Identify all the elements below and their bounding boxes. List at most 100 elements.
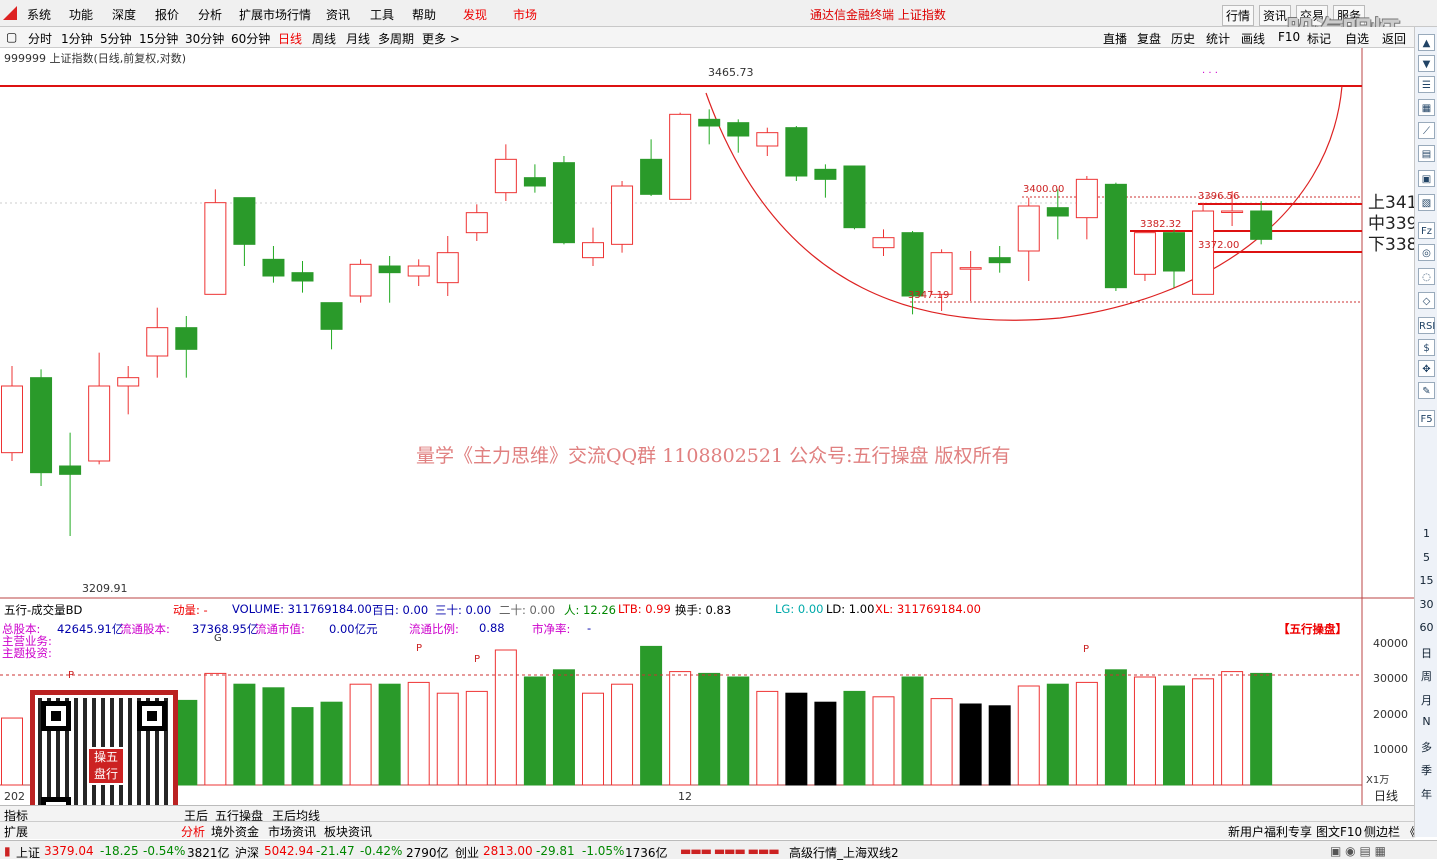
vol-indicator-name[interactable]: 五行-成交量BD	[4, 602, 82, 618]
tab-extend[interactable]: 扩展	[4, 823, 28, 840]
vol-ltb: LTB: 0.99	[618, 602, 671, 616]
period-60min[interactable]: 60分钟	[231, 30, 270, 47]
status-cy-name[interactable]: 创业	[455, 844, 479, 861]
tab-sidebar[interactable]: 侧边栏 《	[1364, 823, 1416, 840]
period-fenshi[interactable]: 分时	[28, 30, 52, 47]
tool-mark[interactable]: 标记	[1307, 30, 1331, 47]
sidebar-tool-23-icon[interactable]: 周	[1415, 668, 1437, 684]
tool-back[interactable]: 返回	[1382, 30, 1406, 47]
sidebar-tool-19-icon[interactable]: 15	[1415, 574, 1437, 587]
tab-analysis[interactable]: 分析	[181, 823, 205, 840]
sidebar-tool-11-icon[interactable]: ◇	[1418, 292, 1435, 309]
sidebar-tool-13-icon[interactable]: $	[1418, 339, 1435, 356]
sidebar-toggle-icon[interactable]: ▢	[6, 30, 17, 44]
sidebar-tool-27-icon[interactable]: 季	[1415, 762, 1437, 778]
dot-marker: · · ·	[1202, 68, 1218, 79]
annotation-3372: 3372.00	[1198, 240, 1239, 251]
btn-quote[interactable]: 行情	[1222, 5, 1255, 26]
period-multi[interactable]: 多周期	[378, 30, 414, 47]
tool-history[interactable]: 历史	[1171, 30, 1195, 47]
volume-bar-40	[1163, 685, 1185, 786]
sidebar-tool-6-icon[interactable]: ▣	[1418, 170, 1435, 187]
candle-43	[1250, 201, 1273, 245]
tool-f10[interactable]: F10	[1278, 30, 1300, 44]
sidebar-tool-10-icon[interactable]: ◌	[1418, 268, 1435, 285]
menu-depth[interactable]: 深度	[112, 6, 136, 23]
sidebar-tool-0-icon[interactable]: ▲	[1418, 34, 1435, 51]
menu-extended-market[interactable]: 扩展市场行情	[239, 6, 311, 23]
period-day[interactable]: 日线	[278, 30, 302, 47]
status-hs-name[interactable]: 沪深	[235, 844, 259, 861]
sidebar-tool-4-icon[interactable]: ⟋	[1418, 122, 1435, 139]
vol-ren: 人: 12.26	[564, 603, 616, 617]
sidebar-tool-22-icon[interactable]: 日	[1415, 645, 1437, 661]
volume-bar-27	[785, 692, 808, 786]
tool-live[interactable]: 直播	[1103, 30, 1127, 47]
period-5min[interactable]: 5分钟	[100, 30, 132, 47]
period-week[interactable]: 周线	[312, 30, 336, 47]
sidebar-tool-12-icon[interactable]: RSI	[1418, 317, 1435, 334]
tab-market-news[interactable]: 市场资讯	[268, 823, 316, 840]
period-30min[interactable]: 30分钟	[185, 30, 224, 47]
stock-info[interactable]: 999999 上证指数(日线,前复权,对数)	[4, 50, 186, 66]
period-15min[interactable]: 15分钟	[139, 30, 178, 47]
menu-discover[interactable]: 发现	[463, 6, 487, 23]
tab-overseas-funds[interactable]: 境外资金	[211, 823, 259, 840]
candle-12	[349, 259, 372, 303]
period-1min[interactable]: 1分钟	[61, 30, 93, 47]
menu-system[interactable]: 系统	[27, 6, 51, 23]
tool-stats[interactable]: 统计	[1206, 30, 1230, 47]
volume-bar-29	[843, 690, 866, 786]
sidebar-tool-28-icon[interactable]: 年	[1415, 786, 1437, 802]
sidebar-tool-5-icon[interactable]: ▤	[1418, 145, 1435, 162]
sidebar-tool-16-icon[interactable]: F5	[1418, 410, 1435, 427]
status-hs-value: 5042.94	[264, 844, 314, 858]
volume-bar-20	[582, 692, 604, 786]
tool-replay[interactable]: 复盘	[1137, 30, 1161, 47]
sidebar-tool-21-icon[interactable]: 60	[1415, 621, 1437, 634]
status-tray-icons[interactable]: ▣ ◉ ▤ ▦	[1330, 844, 1386, 858]
tab-sector-news[interactable]: 板块资讯	[324, 823, 372, 840]
level-lower: 下3382	[1368, 235, 1414, 255]
sidebar-tool-8-icon[interactable]: Fz	[1418, 222, 1435, 239]
status-extra[interactable]: 高级行情_上海双线2	[789, 844, 899, 861]
level-middle: 中3396	[1368, 214, 1414, 234]
menu-help[interactable]: 帮助	[412, 6, 436, 23]
sidebar-tool-14-icon[interactable]: ✥	[1418, 360, 1435, 377]
volume-bar-36	[1046, 683, 1069, 786]
sidebar-tool-20-icon[interactable]: 30	[1415, 598, 1437, 611]
fund-ltsz-value: 0.00亿元	[329, 622, 378, 636]
candle-8	[233, 197, 256, 266]
status-sh-name[interactable]: 上证	[16, 844, 40, 861]
tab-f10-graphic[interactable]: 图文F10	[1316, 823, 1362, 840]
period-more[interactable]: 更多 >	[422, 30, 460, 47]
tab-new-user-welfare[interactable]: 新用户福利专享	[1228, 823, 1312, 840]
sidebar-tool-15-icon[interactable]: ✎	[1418, 382, 1435, 399]
vol-momentum: 动量: -	[173, 603, 208, 617]
sidebar-tool-9-icon[interactable]: ◎	[1418, 244, 1435, 261]
sidebar-tool-24-icon[interactable]: 月	[1415, 692, 1437, 708]
menu-news[interactable]: 资讯	[326, 6, 350, 23]
period-month[interactable]: 月线	[346, 30, 370, 47]
sidebar-tool-17-icon[interactable]: 1	[1415, 527, 1437, 540]
high-price-label: 3465.73	[708, 66, 754, 79]
annotation-3347: 3347.19	[908, 290, 949, 301]
kline-chart[interactable]: 3465.73 3209.91 3400.00 3396.56 3382.32 …	[0, 48, 1414, 806]
tool-favorite[interactable]: 自选	[1345, 30, 1369, 47]
sidebar-tool-1-icon[interactable]: ▼	[1418, 55, 1435, 72]
sidebar-tool-25-icon[interactable]: N	[1415, 715, 1437, 728]
sidebar-tool-3-icon[interactable]: ▦	[1418, 99, 1435, 116]
menu-tools[interactable]: 工具	[370, 6, 394, 23]
sidebar-tool-7-icon[interactable]: ▧	[1418, 194, 1435, 211]
volume-bar-42	[1221, 671, 1244, 786]
analysis-tabs: 扩展 分析 境外资金 市场资讯 板块资讯 新用户福利专享 图文F10 侧边栏 《	[0, 821, 1416, 840]
sidebar-tool-2-icon[interactable]: ☰	[1418, 76, 1435, 93]
sidebar-tool-26-icon[interactable]: 多	[1415, 739, 1437, 755]
menu-analysis[interactable]: 分析	[198, 6, 222, 23]
tool-draw[interactable]: 画线	[1241, 30, 1265, 47]
menu-function[interactable]: 功能	[69, 6, 93, 23]
status-cy-pct: -1.05%	[582, 844, 625, 858]
sidebar-tool-18-icon[interactable]: 5	[1415, 551, 1437, 564]
menu-market[interactable]: 市场	[513, 6, 537, 23]
menu-quote[interactable]: 报价	[155, 6, 179, 23]
